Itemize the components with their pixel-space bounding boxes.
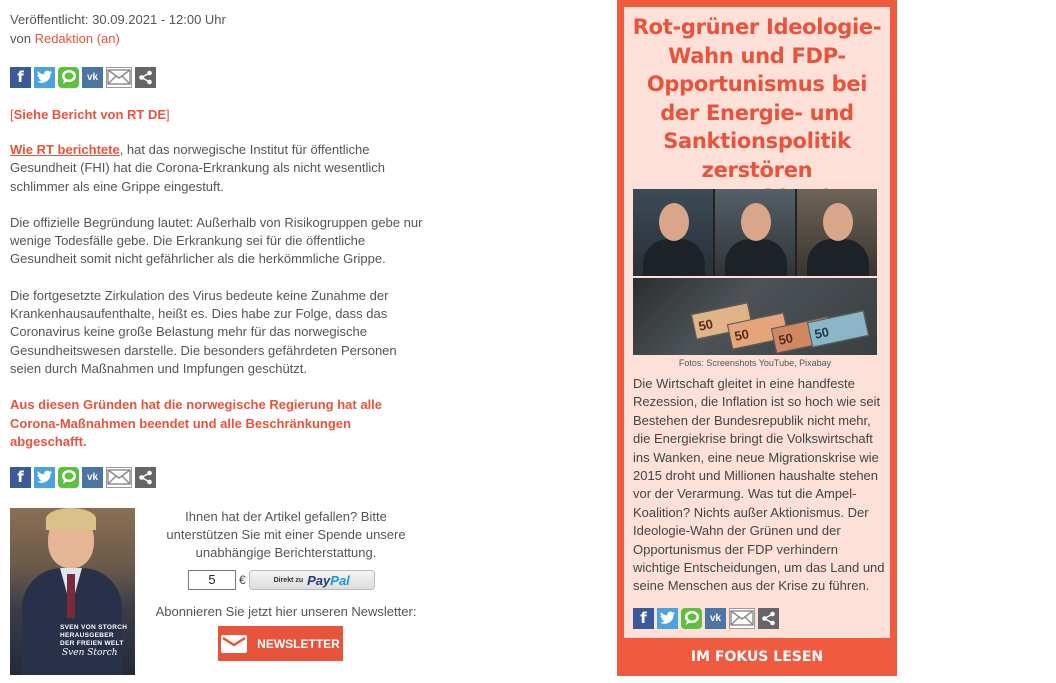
- photo-credit: Fotos: Screenshots YouTube, Pixabay: [678, 358, 832, 368]
- paragraph-4-highlight: Aus diesen Gründen hat die norwegische R…: [10, 397, 383, 449]
- photo-caption: SVEN VON STORCH HERAUSGEBER DER FREIEN W…: [60, 624, 127, 648]
- author-link[interactable]: Redaktion (an): [35, 31, 120, 46]
- byline: von Redaktion (an): [10, 29, 430, 48]
- donation-amount-row: 5 € Direkt zu PayPal: [188, 570, 375, 590]
- twitter-icon[interactable]: [657, 607, 678, 629]
- source-ref: [Siehe Bericht von RT DE]: [10, 105, 430, 124]
- whatsapp-icon[interactable]: [681, 607, 702, 629]
- source-bracket-close: ]: [166, 107, 170, 122]
- paypal-logo-pay: Pay: [307, 572, 331, 588]
- paypal-logo: PayPal: [307, 573, 350, 588]
- byline-prefix: von: [10, 31, 35, 46]
- signature: Sven Storch: [62, 648, 118, 658]
- photo-person-2: [715, 189, 795, 276]
- paypal-prefix: Direkt zu: [273, 576, 304, 584]
- newsletter-label: Abonnieren Sie jetzt hier unseren Newsle…: [155, 604, 417, 619]
- banknotes-photo: 50 50 50 50: [633, 278, 877, 355]
- paragraph-1: Wie RT berichtete, hat das norwegische I…: [10, 141, 430, 196]
- paypal-button[interactable]: Direkt zu PayPal: [248, 570, 375, 590]
- article: Veröffentlicht: 30.09.2021 - 12:00 Uhr v…: [10, 10, 430, 488]
- newsletter-button[interactable]: NEWSLETTER: [218, 626, 343, 661]
- donation-amount-input[interactable]: 5: [188, 570, 236, 590]
- focus-title[interactable]: Rot-grüner Ideologie-Wahn und FDP-Opport…: [624, 7, 890, 213]
- share-bar-top: f vk: [10, 66, 430, 88]
- donation-text: Ihnen hat der Artikel gefallen? Bitte un…: [166, 509, 406, 560]
- share-icon[interactable]: [758, 607, 779, 629]
- article-meta: Veröffentlicht: 30.09.2021 - 12:00 Uhr v…: [10, 10, 430, 48]
- caption-name: SVEN VON STORCH: [60, 624, 128, 631]
- facebook-icon[interactable]: f: [10, 66, 31, 88]
- rt-report-link[interactable]: Wie RT berichtete: [10, 142, 120, 157]
- twitter-icon[interactable]: [34, 66, 55, 88]
- share-icon[interactable]: [135, 466, 156, 488]
- paragraph-2: Die offizielle Begründung lautet: Außerh…: [10, 214, 423, 267]
- facebook-icon[interactable]: f: [10, 466, 31, 488]
- publisher-photo: SVEN VON STORCH HERAUSGEBER DER FREIEN W…: [10, 508, 135, 675]
- read-focus-button[interactable]: IM FOKUS LESEN: [617, 638, 897, 676]
- photo-person-1: [633, 189, 713, 276]
- source-link[interactable]: Siehe Bericht von RT DE: [14, 107, 166, 122]
- whatsapp-icon[interactable]: [58, 66, 79, 88]
- currency-symbol: €: [239, 573, 246, 587]
- facebook-icon[interactable]: f: [633, 607, 654, 629]
- photo-person-3: [797, 189, 877, 276]
- share-bar-focus: f vk: [633, 607, 779, 629]
- banknote: 50: [806, 310, 870, 348]
- focus-teaser[interactable]: Rot-grüner Ideologie-Wahn und FDP-Opport…: [617, 0, 897, 676]
- caption-publication: DER FREIEN WELT: [60, 640, 124, 647]
- share-bar-bottom: f vk: [10, 466, 430, 488]
- politicians-photo: [633, 189, 877, 276]
- focus-image[interactable]: 50 50 50 50: [633, 189, 877, 355]
- vk-icon[interactable]: vk: [82, 466, 103, 488]
- email-icon[interactable]: [729, 607, 755, 629]
- donation-box: SVEN VON STORCH HERAUSGEBER DER FREIEN W…: [10, 508, 430, 676]
- twitter-icon[interactable]: [34, 466, 55, 488]
- vk-icon[interactable]: vk: [705, 607, 726, 629]
- email-icon[interactable]: [106, 466, 132, 488]
- envelope-icon: [221, 634, 248, 653]
- whatsapp-icon[interactable]: [58, 466, 79, 488]
- focus-teaser-card: Rot-grüner Ideologie-Wahn und FDP-Opport…: [624, 7, 890, 638]
- paypal-logo-pal: Pal: [330, 572, 350, 588]
- photo-hair: [46, 508, 96, 530]
- vk-icon[interactable]: vk: [82, 66, 103, 88]
- published-date: Veröffentlicht: 30.09.2021 - 12:00 Uhr: [10, 12, 226, 27]
- caption-role: HERAUSGEBER: [60, 632, 114, 639]
- share-icon[interactable]: [135, 66, 156, 88]
- email-icon[interactable]: [106, 66, 132, 88]
- photo-tie: [67, 574, 75, 618]
- focus-description: Die Wirtschaft gleitet in eine handfeste…: [633, 376, 885, 594]
- newsletter-button-label: NEWSLETTER: [257, 636, 340, 651]
- paragraph-3: Die fortgesetzte Zirkulation des Virus b…: [10, 287, 397, 376]
